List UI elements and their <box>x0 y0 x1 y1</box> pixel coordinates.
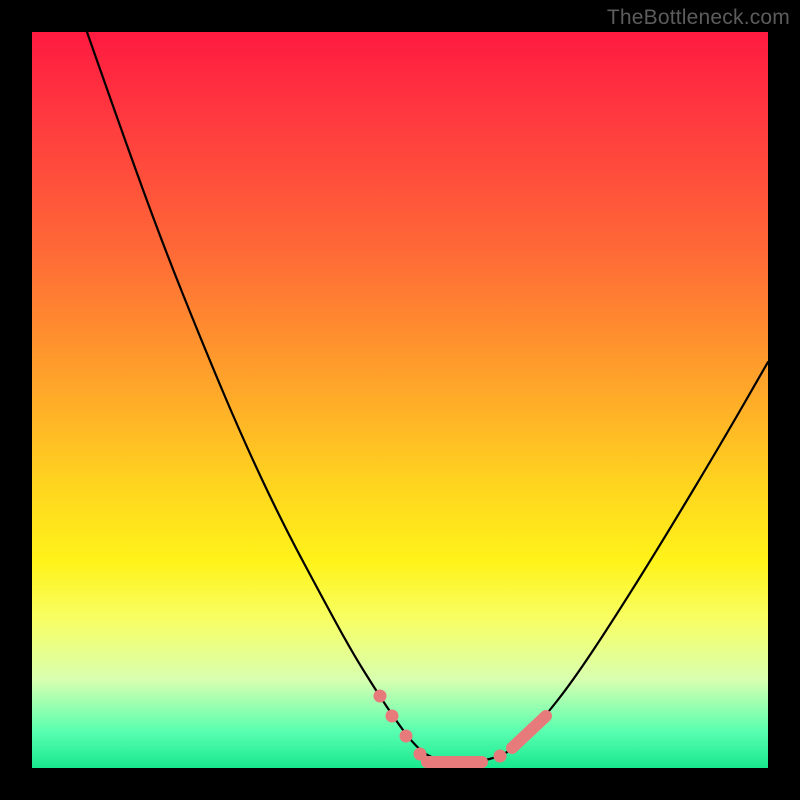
marker-dot <box>374 690 387 703</box>
marker-dot <box>400 730 413 743</box>
curve-overlay <box>32 32 768 768</box>
marker-dot <box>494 750 507 763</box>
marker-dot <box>386 710 399 723</box>
chart-frame: TheBottleneck.com <box>0 0 800 800</box>
bottleneck-curve <box>87 32 768 762</box>
plot-area <box>32 32 768 768</box>
watermark-text: TheBottleneck.com <box>607 6 790 30</box>
marker-segment <box>512 716 546 748</box>
